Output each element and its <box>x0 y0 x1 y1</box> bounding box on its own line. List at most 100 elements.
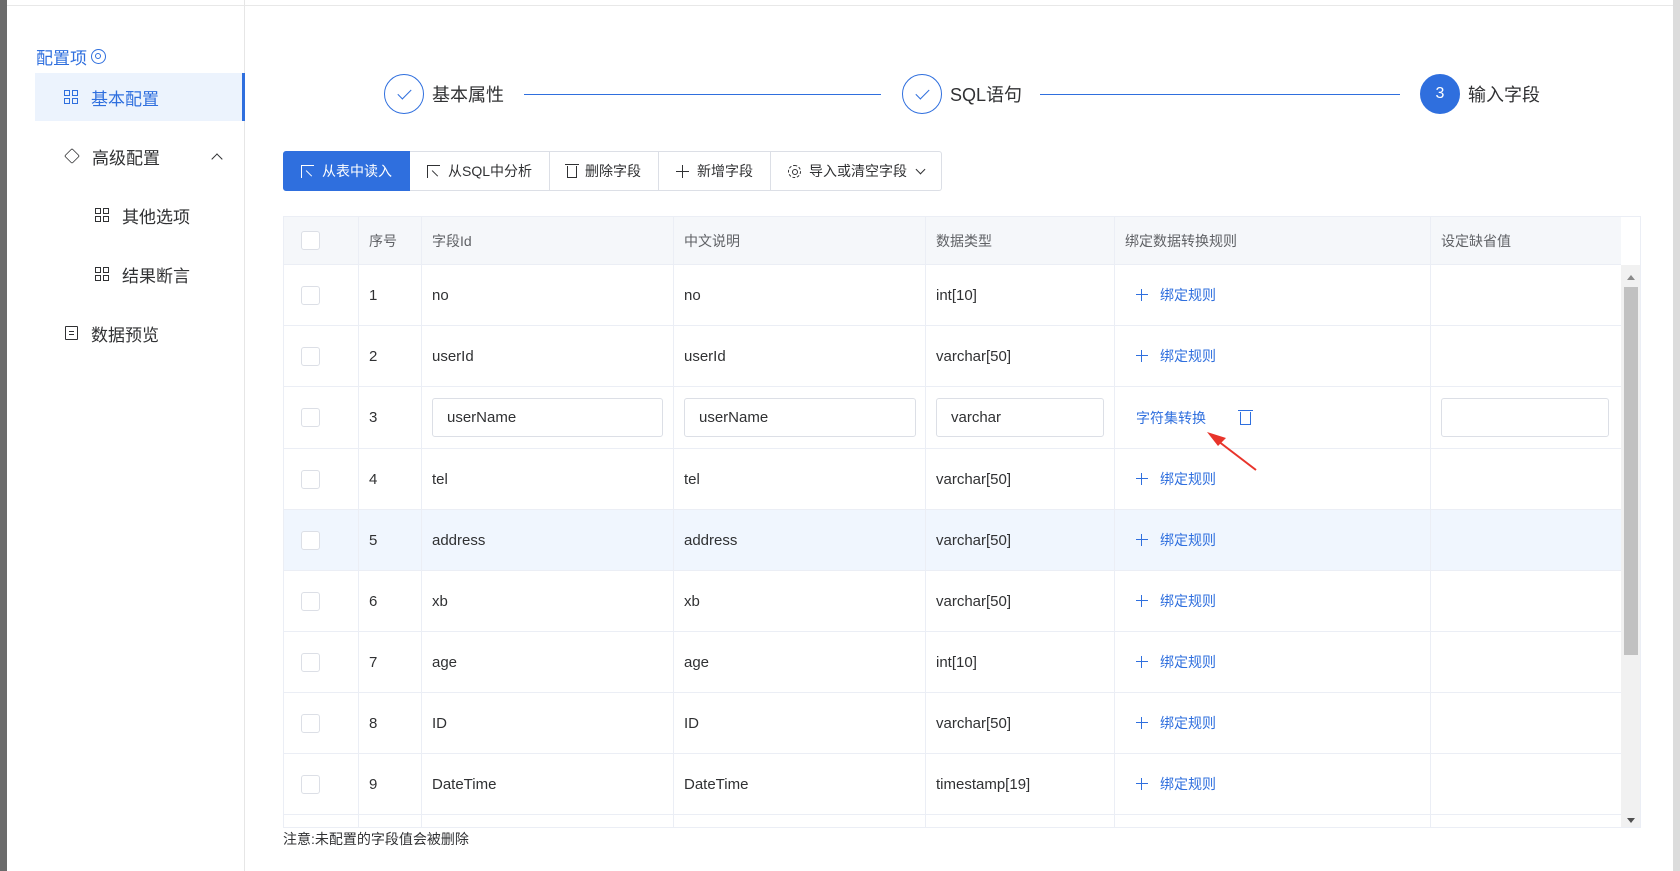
import-icon <box>427 164 440 178</box>
plus-icon <box>1136 350 1148 362</box>
bind-rule-link[interactable]: 绑定规则 <box>1136 469 1216 489</box>
row-checkbox[interactable] <box>301 713 320 733</box>
sidebar-item-data-preview[interactable]: 数据预览 <box>65 321 159 345</box>
field-desc: userId <box>674 326 926 386</box>
table-row[interactable]: 8 ID ID varchar[50] 绑定规则 <box>284 693 1621 754</box>
field-type: varchar[50] <box>926 693 1115 753</box>
bind-rule-link[interactable]: 绑定规则 <box>1136 713 1216 733</box>
cube-icon <box>64 148 80 164</box>
field-desc-input[interactable]: userName <box>684 398 916 437</box>
bind-rule-link[interactable]: 绑定规则 <box>1136 774 1216 794</box>
row-number: 5 <box>359 510 422 570</box>
trash-icon[interactable] <box>1238 410 1253 425</box>
import-icon <box>301 164 314 178</box>
row-checkbox[interactable] <box>301 591 320 611</box>
field-type: varchar[50] <box>926 326 1115 386</box>
field-id: userId <box>422 326 674 386</box>
select-all-checkbox[interactable] <box>301 231 320 250</box>
chevron-up-icon[interactable] <box>211 153 223 165</box>
sidebar-item-basic-config[interactable]: 基本配置 <box>35 73 245 121</box>
default-value <box>1431 571 1621 631</box>
row-checkbox[interactable] <box>301 285 320 305</box>
scroll-down-arrow-icon[interactable] <box>1627 818 1635 823</box>
step-label: 基本属性 <box>432 85 504 105</box>
sidebar-item-label: 基本配置 <box>91 89 159 109</box>
header-select-cell <box>284 217 359 264</box>
scrollbar-thumb[interactable] <box>1624 287 1638 655</box>
read-from-table-button[interactable]: 从表中读入 <box>283 151 410 191</box>
table-row-hovered[interactable]: 5 address address varchar[50] 绑定规则 <box>284 510 1621 571</box>
row-checkbox[interactable] <box>301 530 320 550</box>
step-input-fields: 3 输入字段 <box>1420 74 1540 114</box>
bind-rule-link[interactable]: 绑定规则 <box>1136 285 1216 305</box>
sidebar-item-label: 高级配置 <box>92 148 160 168</box>
row-checkbox[interactable] <box>301 346 320 366</box>
chevron-down-icon <box>915 164 926 174</box>
table-row[interactable] <box>284 815 1621 827</box>
field-id: address <box>422 510 674 570</box>
step-connector <box>1040 94 1400 95</box>
add-field-button[interactable]: 新增字段 <box>659 151 772 191</box>
document-search-icon <box>65 326 78 340</box>
sidebar-item-other-options[interactable]: 其他选项 <box>95 203 190 227</box>
scroll-up-arrow-icon[interactable] <box>1627 275 1635 280</box>
row-number: 1 <box>359 265 422 325</box>
row-checkbox[interactable] <box>301 469 320 489</box>
step-label: SQL语句 <box>950 85 1023 105</box>
sidebar-item-label: 数据预览 <box>91 325 159 345</box>
field-desc: address <box>674 510 926 570</box>
default-value <box>1431 754 1621 814</box>
default-value <box>1431 632 1621 692</box>
analyze-sql-button[interactable]: 从SQL中分析 <box>410 151 551 191</box>
row-checkbox[interactable] <box>301 774 320 794</box>
table-row[interactable]: 2 userId userId varchar[50] 绑定规则 <box>284 326 1621 387</box>
sidebar-item-result-assert[interactable]: 结果断言 <box>95 262 190 286</box>
default-value-input[interactable] <box>1441 398 1609 437</box>
plus-icon <box>1136 656 1148 668</box>
target-icon <box>91 49 106 64</box>
field-id: xb <box>422 571 674 631</box>
sidebar-item-label: 其他选项 <box>122 207 190 227</box>
field-id: ID <box>422 693 674 753</box>
sidebar-title-label: 配置项 <box>36 49 87 68</box>
table-scrollbar[interactable] <box>1621 265 1640 827</box>
default-value <box>1431 326 1621 386</box>
field-id-input[interactable]: userName <box>432 398 663 437</box>
row-checkbox[interactable] <box>301 408 320 427</box>
plus-icon <box>1136 778 1148 790</box>
bind-rule-link[interactable]: 绑定规则 <box>1136 591 1216 611</box>
table-row[interactable]: 1 no no int[10] 绑定规则 <box>284 265 1621 326</box>
sidebar-item-advanced-config[interactable]: 高级配置 <box>64 144 160 168</box>
field-desc: age <box>674 632 926 692</box>
row-number: 4 <box>359 449 422 509</box>
bind-rule-link[interactable]: 绑定规则 <box>1136 530 1216 550</box>
import-or-clear-dropdown[interactable]: 导入或清空字段 <box>771 151 943 191</box>
row-checkbox[interactable] <box>301 652 320 672</box>
row-number: 8 <box>359 693 422 753</box>
delete-field-button[interactable]: 删除字段 <box>550 151 660 191</box>
check-icon <box>914 84 930 100</box>
footer-note: 注意:未配置的字段值会被删除 <box>283 831 469 847</box>
table-row[interactable]: 9 DateTime DateTime timestamp[19] 绑定规则 <box>284 754 1621 815</box>
table-row[interactable]: 4 tel tel varchar[50] 绑定规则 <box>284 449 1621 510</box>
field-id: DateTime <box>422 754 674 814</box>
default-value <box>1431 265 1621 325</box>
field-type-input[interactable]: varchar <box>936 398 1104 437</box>
step-label: 输入字段 <box>1468 85 1540 105</box>
window-edge-left <box>0 0 7 871</box>
table-row[interactable]: 6 xb xb varchar[50] 绑定规则 <box>284 571 1621 632</box>
table-row-editing[interactable]: 3 userName userName varchar 字符集转换 <box>284 387 1621 449</box>
table-row[interactable]: 7 age age int[10] 绑定规则 <box>284 632 1621 693</box>
bind-rule-link[interactable]: 绑定规则 <box>1136 652 1216 672</box>
header-cell: 序号 <box>359 217 422 264</box>
sidebar: 配置项 基本配置 高级配置 其他选项 结果断言 数据预览 <box>7 0 245 871</box>
field-id: age <box>422 632 674 692</box>
plus-icon <box>1136 534 1148 546</box>
charset-convert-rule-link[interactable]: 字符集转换 <box>1136 408 1206 428</box>
field-type: timestamp[19] <box>926 754 1115 814</box>
button-label: 从表中读入 <box>322 163 392 179</box>
bind-rule-link[interactable]: 绑定规则 <box>1136 346 1216 366</box>
header-cell: 字段Id <box>422 217 674 264</box>
step-connector <box>524 94 881 95</box>
field-desc: xb <box>674 571 926 631</box>
